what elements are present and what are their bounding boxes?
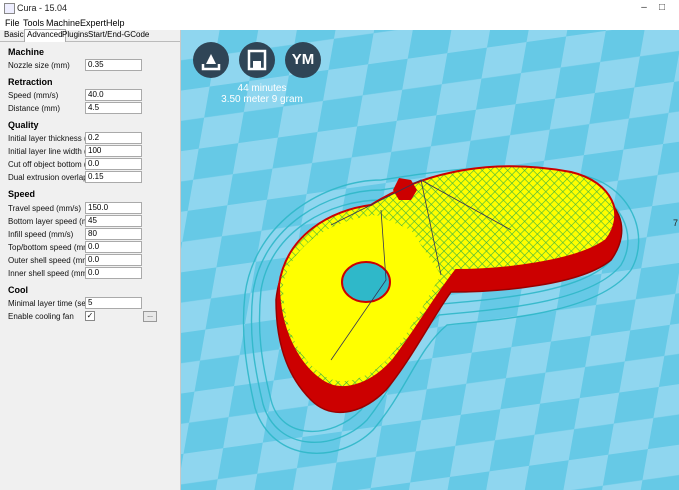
save-icon [247, 49, 267, 71]
initial-layer-line-width-label: Initial layer line width (%) [8, 147, 97, 156]
retraction-speed-input[interactable]: 40.0 [85, 89, 142, 101]
settings-panel: Basic Advanced Plugins Start/End-GCode M… [0, 29, 181, 490]
title-bar: Cura - 15.04 – □ [0, 0, 679, 17]
menu-bar: File Tools Machine Expert Help [0, 17, 679, 30]
top-bottom-speed-input[interactable]: 0.0 [85, 241, 142, 253]
travel-speed-input[interactable]: 150.0 [85, 202, 142, 214]
section-speed: Speed [8, 189, 36, 199]
nozzle-size-label: Nozzle size (mm) [8, 61, 70, 70]
dual-extrusion-overlap-input[interactable]: 0.15 [85, 171, 142, 183]
cut-off-bottom-input[interactable]: 0.0 [85, 158, 142, 170]
enable-cooling-fan-label: Enable cooling fan [8, 312, 74, 321]
tab-basic[interactable]: Basic [2, 30, 26, 40]
inner-shell-speed-input[interactable]: 0.0 [85, 267, 142, 279]
section-machine: Machine [8, 47, 45, 57]
print-time: 44 minutes [237, 83, 287, 94]
app-icon [4, 3, 15, 14]
nozzle-size-input[interactable]: 0.35 [85, 59, 142, 71]
section-cool: Cool [8, 285, 28, 295]
minimal-layer-time-label: Minimal layer time (sec) [8, 299, 93, 308]
menu-expert[interactable]: Expert [80, 18, 106, 28]
bottom-layer-speed-input[interactable]: 45 [85, 215, 142, 227]
menu-machine[interactable]: Machine [46, 18, 80, 28]
ym-logo-button[interactable]: YM [285, 42, 321, 78]
maximize-icon[interactable]: □ [655, 2, 669, 13]
retraction-distance-input[interactable]: 4.5 [85, 102, 142, 114]
minimal-layer-time-input[interactable]: 5 [85, 297, 142, 309]
section-quality: Quality [8, 120, 39, 130]
initial-layer-thickness-input[interactable]: 0.2 [85, 132, 142, 144]
menu-tools[interactable]: Tools [23, 18, 44, 28]
layer-viewport[interactable]: YM 44 minutes 3.50 meter 9 gram [181, 30, 679, 490]
edge-number: 7 [673, 218, 679, 228]
menu-file[interactable]: File [5, 18, 20, 28]
initial-layer-line-width-input[interactable]: 100 [85, 145, 142, 157]
infill-speed-input[interactable]: 80 [85, 228, 142, 240]
settings-tabs: Basic Advanced Plugins Start/End-GCode [0, 29, 180, 42]
load-icon [201, 54, 221, 71]
menu-help[interactable]: Help [106, 18, 125, 28]
minimize-icon[interactable]: – [637, 2, 651, 13]
tab-start-end-gcode[interactable]: Start/End-GCode [86, 30, 151, 40]
retraction-speed-label: Speed (mm/s) [8, 91, 59, 100]
inner-shell-speed-label: Inner shell speed (mm/s) [8, 269, 97, 278]
section-retraction: Retraction [8, 77, 53, 87]
retraction-distance-label: Distance (mm) [8, 104, 61, 113]
material-usage: 3.50 meter 9 gram [221, 94, 303, 105]
outer-shell-speed-input[interactable]: 0.0 [85, 254, 142, 266]
cooling-fan-more-button[interactable]: ... [143, 311, 157, 322]
load-button[interactable] [193, 42, 229, 78]
travel-speed-label: Travel speed (mm/s) [8, 204, 82, 213]
infill-speed-label: Infill speed (mm/s) [8, 230, 74, 239]
window-title: Cura - 15.04 [17, 3, 68, 13]
model-round-hole [341, 261, 391, 303]
save-button[interactable] [239, 42, 275, 78]
enable-cooling-fan-checkbox[interactable]: ✓ [85, 311, 95, 321]
